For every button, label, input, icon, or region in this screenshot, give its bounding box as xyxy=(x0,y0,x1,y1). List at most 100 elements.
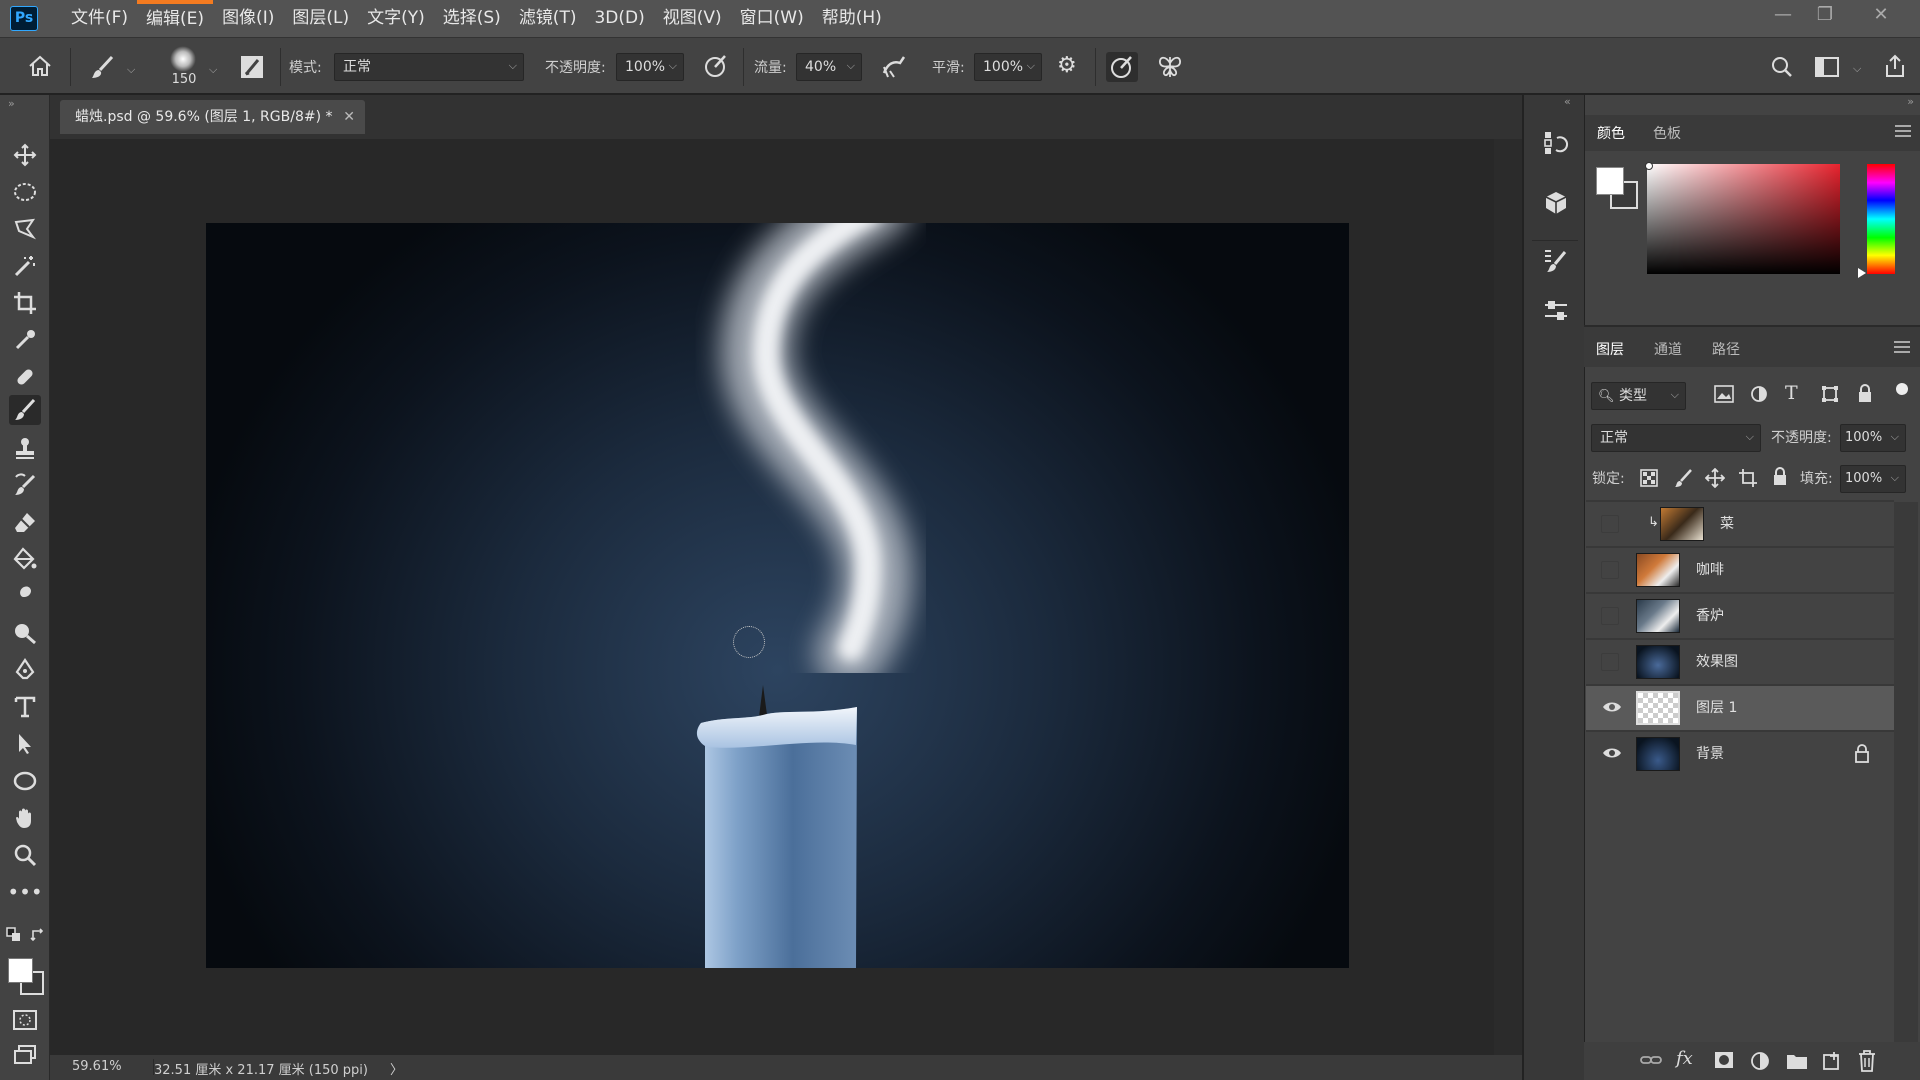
menu-window[interactable]: 窗口(W) xyxy=(731,0,813,37)
zoom-level[interactable]: 59.61% xyxy=(72,1059,122,1074)
menu-layer[interactable]: 图层(L) xyxy=(283,0,358,37)
filter-smartobject-icon[interactable] xyxy=(1857,384,1873,404)
layer-row-selected[interactable]: 图层 1 xyxy=(1586,686,1894,730)
magic-wand-tool-icon[interactable] xyxy=(9,251,41,281)
layer-row[interactable]: 背景 xyxy=(1586,732,1894,776)
symmetry-butterfly-icon[interactable] xyxy=(1157,53,1183,79)
vertical-scrollbar[interactable] xyxy=(1494,139,1522,1055)
link-layers-icon[interactable] xyxy=(1640,1052,1662,1068)
smoothing-input[interactable]: 100% ⌵ xyxy=(974,53,1042,81)
menu-help[interactable]: 帮助(H) xyxy=(813,0,891,37)
document-tab[interactable]: 蜡烛.psd @ 59.6% (图层 1, RGB/8#) * ✕ xyxy=(60,100,365,134)
layer-name[interactable]: 图层 1 xyxy=(1696,686,1737,730)
opacity-input[interactable]: 100% ⌵ xyxy=(616,53,684,81)
quick-mask-icon[interactable] xyxy=(9,1005,41,1035)
move-tool-icon[interactable] xyxy=(9,140,41,170)
default-colors-icon[interactable] xyxy=(6,927,22,943)
visibility-toggle[interactable] xyxy=(1601,653,1619,671)
foreground-color-swatch[interactable] xyxy=(1596,167,1624,195)
pressure-opacity-icon[interactable] xyxy=(703,53,729,79)
close-icon[interactable]: ✕ xyxy=(1860,0,1902,32)
menu-type[interactable]: 文字(Y) xyxy=(358,0,434,37)
clone-stamp-tool-icon[interactable] xyxy=(9,433,41,463)
hand-tool-icon[interactable] xyxy=(9,803,41,833)
workspace-icon[interactable] xyxy=(1815,57,1839,77)
new-adjustment-layer-icon[interactable] xyxy=(1750,1051,1770,1071)
blend-mode-select[interactable]: 正常 ⌵ xyxy=(1591,424,1761,452)
pressure-size-icon[interactable] xyxy=(1106,52,1138,82)
eraser-tool-icon[interactable] xyxy=(9,507,41,537)
layer-name[interactable]: 背景 xyxy=(1696,732,1724,776)
lasso-tool-icon[interactable] xyxy=(9,214,41,244)
chevron-down-icon[interactable]: ⌵ xyxy=(127,63,135,77)
type-tool-icon[interactable] xyxy=(9,692,41,722)
paint-bucket-tool-icon[interactable] xyxy=(9,544,41,574)
delete-layer-icon[interactable] xyxy=(1858,1050,1876,1072)
fill-input[interactable]: 100% ⌵ xyxy=(1840,465,1906,493)
tab-layers[interactable]: 图层 xyxy=(1596,339,1624,359)
flow-input[interactable]: 40% ⌵ xyxy=(796,53,862,81)
filter-adjustment-icon[interactable] xyxy=(1750,385,1768,403)
brush-settings-icon[interactable] xyxy=(240,55,264,79)
more-tools-icon[interactable]: ••• xyxy=(7,877,42,907)
panel-menu-icon[interactable] xyxy=(1894,341,1910,353)
menu-select[interactable]: 选择(S) xyxy=(434,0,510,37)
minimize-icon[interactable]: — xyxy=(1762,0,1804,32)
search-icon[interactable] xyxy=(1771,56,1793,78)
document-canvas[interactable] xyxy=(206,223,1349,968)
menu-3d[interactable]: 3D(D) xyxy=(585,0,653,37)
filter-toggle-icon[interactable] xyxy=(1896,383,1908,395)
close-tab-icon[interactable]: ✕ xyxy=(343,100,355,134)
share-icon[interactable] xyxy=(1883,54,1907,78)
visibility-toggle[interactable] xyxy=(1601,561,1619,579)
brush-settings-panel-icon[interactable] xyxy=(1540,245,1572,277)
marquee-tool-icon[interactable] xyxy=(9,177,41,207)
lock-artboard-icon[interactable] xyxy=(1738,468,1758,488)
collapse-icon[interactable]: « xyxy=(1564,95,1571,108)
screen-mode-icon[interactable] xyxy=(9,1040,41,1070)
status-arrow[interactable]: 〉 xyxy=(390,1059,403,1078)
color-picker-handle[interactable] xyxy=(1645,162,1653,170)
filter-shape-icon[interactable] xyxy=(1821,385,1839,403)
filter-type-icon[interactable]: T xyxy=(1785,382,1798,404)
menu-filter[interactable]: 滤镜(T) xyxy=(510,0,586,37)
restore-icon[interactable]: ❐ xyxy=(1804,0,1846,32)
new-group-icon[interactable] xyxy=(1786,1052,1808,1070)
lock-pixels-icon[interactable] xyxy=(1673,468,1693,488)
tab-swatches[interactable]: 色板 xyxy=(1653,123,1681,143)
layer-name[interactable]: 菜 xyxy=(1720,502,1734,546)
layer-name[interactable]: 咖啡 xyxy=(1696,548,1724,592)
smudge-tool-icon[interactable] xyxy=(9,581,41,611)
mode-select[interactable]: 正常 ⌵ xyxy=(334,53,524,81)
layer-filter-select[interactable]: 🔍︎ 类型 ⌵ xyxy=(1591,382,1686,410)
menu-image[interactable]: 图像(I) xyxy=(213,0,283,37)
layer-name[interactable]: 效果图 xyxy=(1696,640,1738,684)
adjustments-panel-icon[interactable] xyxy=(1540,295,1572,327)
layer-name[interactable]: 香炉 xyxy=(1696,594,1724,638)
color-picker-field[interactable] xyxy=(1647,164,1840,274)
3d-panel-icon[interactable] xyxy=(1540,187,1572,219)
ellipse-tool-icon[interactable] xyxy=(9,766,41,796)
history-brush-tool-icon[interactable] xyxy=(9,470,41,500)
hue-slider-handle[interactable] xyxy=(1858,268,1866,278)
zoom-tool-icon[interactable] xyxy=(9,840,41,870)
dodge-tool-icon[interactable] xyxy=(9,618,41,648)
new-layer-icon[interactable] xyxy=(1822,1051,1842,1071)
brush-tool-icon[interactable] xyxy=(90,54,116,80)
lock-all-icon[interactable] xyxy=(1772,467,1788,487)
tab-color[interactable]: 颜色 xyxy=(1597,123,1625,143)
home-icon[interactable] xyxy=(28,55,52,77)
layer-row[interactable]: 咖啡 xyxy=(1586,548,1894,592)
layer-row[interactable]: 效果图 xyxy=(1586,640,1894,684)
gear-icon[interactable]: ⚙ xyxy=(1057,55,1077,77)
chevron-down-icon[interactable]: ⌵ xyxy=(209,63,217,77)
menu-view[interactable]: 视图(V) xyxy=(654,0,731,37)
crop-tool-icon[interactable] xyxy=(9,288,41,318)
brush-tool-icon[interactable] xyxy=(9,395,41,425)
layer-opacity-input[interactable]: 100% ⌵ xyxy=(1840,424,1906,452)
tab-paths[interactable]: 路径 xyxy=(1712,339,1740,359)
history-panel-icon[interactable] xyxy=(1540,127,1572,159)
layer-row[interactable]: 香炉 xyxy=(1586,594,1894,638)
hue-slider[interactable] xyxy=(1867,164,1895,274)
lock-transparency-icon[interactable] xyxy=(1640,469,1658,487)
